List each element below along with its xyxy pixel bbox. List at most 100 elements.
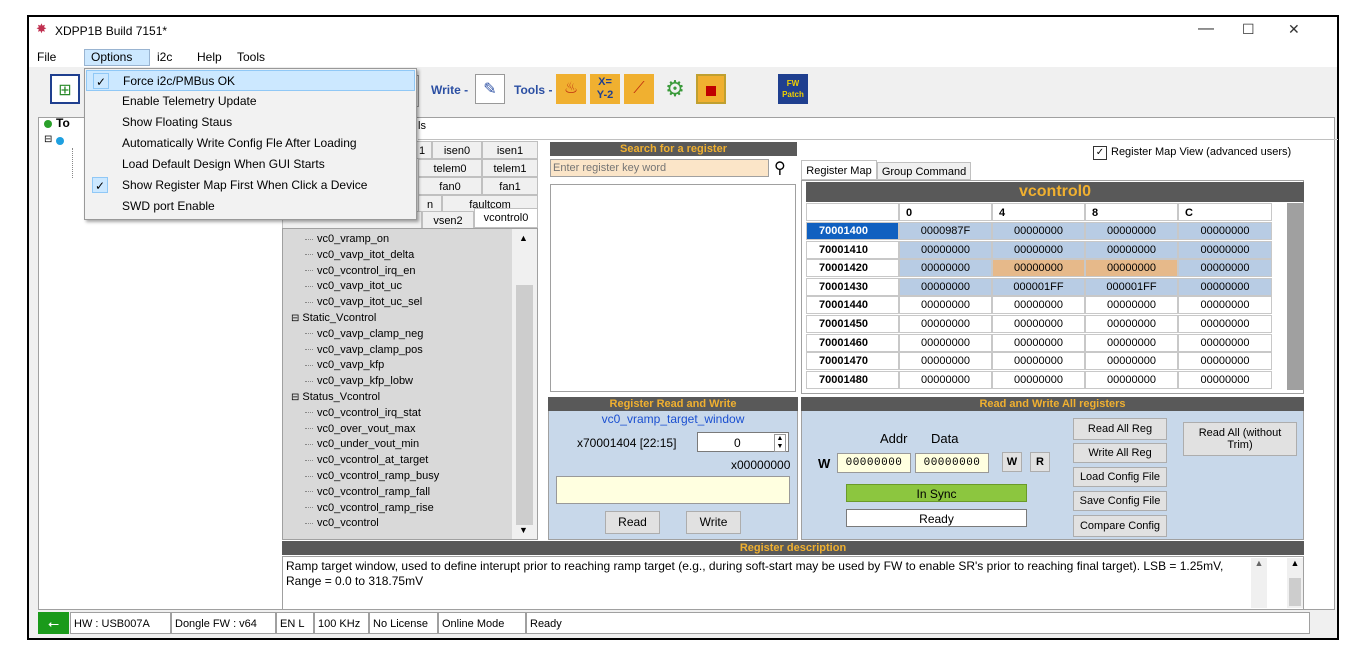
menu-force-i2c[interactable]: ✓ Force i2c/PMBus OK <box>86 70 415 91</box>
tree-root-label[interactable]: To <box>56 116 70 130</box>
tab-telem1[interactable]: telem1 <box>482 159 538 177</box>
tab-vcontrol0[interactable]: vcontrol0 <box>474 208 538 228</box>
register-address[interactable]: 70001460 <box>806 333 899 352</box>
stop-icon[interactable] <box>696 74 726 104</box>
register-address[interactable]: 70001430 <box>806 277 899 296</box>
register-cell[interactable]: 00000000 <box>992 259 1085 278</box>
register-cell[interactable]: 00000000 <box>992 296 1085 315</box>
register-item[interactable]: vc0_vcontrol_ramp_busy <box>305 470 439 482</box>
maximize-button[interactable]: ☐ <box>1242 21 1255 38</box>
register-item[interactable]: vc0_vramp_on <box>305 233 389 245</box>
search-input[interactable] <box>550 159 769 177</box>
register-cell[interactable]: 00000000 <box>1085 222 1178 240</box>
desc-scroll-up-icon[interactable]: ▲ <box>1251 558 1267 568</box>
menu-tools[interactable]: Tools <box>237 50 265 64</box>
register-item[interactable]: vc0_vavp_itot_uc_sel <box>305 296 422 308</box>
read-all-without-trim-button[interactable]: Read All (without Trim) <box>1183 422 1297 456</box>
register-item[interactable]: vc0_vavp_clamp_neg <box>305 328 423 340</box>
register-item[interactable]: vc0_under_vout_min <box>305 438 419 450</box>
value-stepper[interactable]: 0 ▲ ▼ <box>697 432 789 452</box>
formula-icon[interactable]: X= Y-2 <box>590 74 620 104</box>
register-cell[interactable]: 00000000 <box>899 352 992 371</box>
fw-patch-icon[interactable]: FW Patch <box>778 74 808 104</box>
register-cell[interactable]: 00000000 <box>1178 352 1272 371</box>
read-button[interactable]: Read <box>605 511 660 534</box>
description-scrollbar[interactable]: ▲ <box>1287 558 1303 608</box>
register-cell[interactable]: 00000000 <box>1178 222 1272 240</box>
register-cell[interactable]: 00000000 <box>1085 296 1178 315</box>
register-cell[interactable]: 00000000 <box>899 277 992 296</box>
register-cell[interactable]: 00000000 <box>899 315 992 333</box>
compare-config-button[interactable]: Compare Config <box>1073 515 1167 537</box>
tab-fan1[interactable]: fan1 <box>482 177 538 195</box>
register-cell[interactable]: 00000000 <box>1178 315 1272 333</box>
register-item[interactable]: vc0_vcontrol_irq_stat <box>305 407 421 419</box>
register-cell[interactable]: 00000000 <box>1085 333 1178 352</box>
register-item[interactable]: vc0_over_vout_max <box>305 423 415 435</box>
register-cell[interactable]: 00000000 <box>1178 240 1272 259</box>
register-address[interactable]: 70001420 <box>806 259 899 278</box>
register-cell[interactable]: 00000000 <box>1178 277 1272 296</box>
gear-icon[interactable]: ⚙ <box>660 74 690 104</box>
menu-swd-port-enable[interactable]: SWD port Enable <box>86 196 415 217</box>
desc-scroll-thumb[interactable] <box>1289 578 1301 606</box>
register-cell[interactable]: 00000000 <box>992 222 1085 240</box>
register-cell[interactable]: 00000000 <box>1178 296 1272 315</box>
menu-show-floating-status[interactable]: Show Floating Staus <box>86 112 415 133</box>
register-cell[interactable]: 00000000 <box>899 259 992 278</box>
register-cell[interactable]: 00000000 <box>1085 370 1178 389</box>
chart-icon[interactable]: ⟋ <box>624 74 654 104</box>
tab-tools[interactable]: ls <box>418 120 426 132</box>
description-inner-scrollbar[interactable]: ▲ <box>1251 558 1267 608</box>
write-all-reg-button[interactable]: Write All Reg <box>1073 443 1167 463</box>
register-cell[interactable]: 000001FF <box>992 277 1085 296</box>
register-cell[interactable]: 00000000 <box>992 370 1085 389</box>
close-button[interactable]: ✕ <box>1288 21 1300 38</box>
register-map-scrollbar[interactable] <box>1287 203 1304 390</box>
register-group[interactable]: ⊟ Status_Vcontrol <box>291 391 380 403</box>
register-item[interactable]: vc0_vavp_kfp_lobw <box>305 375 413 387</box>
tab-isen0[interactable]: isen0 <box>432 141 482 159</box>
register-item[interactable]: vc0_vcontrol <box>305 517 379 529</box>
tab-vsen2[interactable]: vsen2 <box>422 211 474 229</box>
register-item[interactable]: vc0_vavp_clamp_pos <box>305 344 423 356</box>
minimize-button[interactable]: — <box>1198 20 1214 38</box>
menu-file[interactable]: File <box>37 50 56 64</box>
flame-icon[interactable]: ♨ <box>556 74 586 104</box>
tab-isen1[interactable]: isen1 <box>482 141 538 159</box>
read-all-reg-button[interactable]: Read All Reg <box>1073 418 1167 440</box>
register-address[interactable]: 70001450 <box>806 315 899 333</box>
addr-field[interactable]: 00000000 <box>837 453 911 473</box>
register-cell[interactable]: 00000000 <box>992 240 1085 259</box>
register-address[interactable]: 70001440 <box>806 296 899 315</box>
menu-load-default-design[interactable]: Load Default Design When GUI Starts <box>86 154 415 175</box>
search-results-list[interactable] <box>550 184 796 392</box>
tab-register-map[interactable]: Register Map <box>801 160 877 180</box>
register-item[interactable]: vc0_vcontrol_at_target <box>305 454 428 466</box>
read-reg-button[interactable]: R <box>1030 452 1050 472</box>
register-cell[interactable]: 0000987F <box>899 222 992 240</box>
tab-telem0[interactable]: telem0 <box>418 159 482 177</box>
menu-options[interactable]: Options <box>91 50 132 64</box>
register-value-display[interactable] <box>556 476 790 504</box>
tab-fan0[interactable]: fan0 <box>418 177 482 195</box>
register-address[interactable]: 70001410 <box>806 240 899 259</box>
stepper-arrows-icon[interactable]: ▲ ▼ <box>774 434 786 452</box>
scroll-up-icon[interactable]: ▲ <box>519 233 528 243</box>
register-cell[interactable]: 000001FF <box>1085 277 1178 296</box>
menu-auto-write-config[interactable]: Automatically Write Config Fle After Loa… <box>86 133 415 154</box>
tree-collapse-icon[interactable]: ⊟ <box>44 134 52 145</box>
register-item[interactable]: vc0_vavp_kfp <box>305 359 384 371</box>
collapse-icon[interactable]: ⊟ <box>291 392 299 403</box>
register-cell[interactable]: 00000000 <box>1085 240 1178 259</box>
search-icon[interactable]: ⚲ <box>774 158 786 178</box>
register-item[interactable]: vc0_vcontrol_ramp_fall <box>305 486 430 498</box>
write-button[interactable]: Write <box>686 511 741 534</box>
tab-group-command[interactable]: Group Command <box>877 162 971 180</box>
menu-enable-telemetry[interactable]: Enable Telemetry Update <box>86 91 415 112</box>
register-cell[interactable]: 00000000 <box>1178 333 1272 352</box>
register-cell[interactable]: 00000000 <box>1085 352 1178 371</box>
register-cell[interactable]: 00000000 <box>899 333 992 352</box>
desc-outer-scroll-up-icon[interactable]: ▲ <box>1287 558 1303 568</box>
register-address[interactable]: 70001400 <box>806 222 899 240</box>
